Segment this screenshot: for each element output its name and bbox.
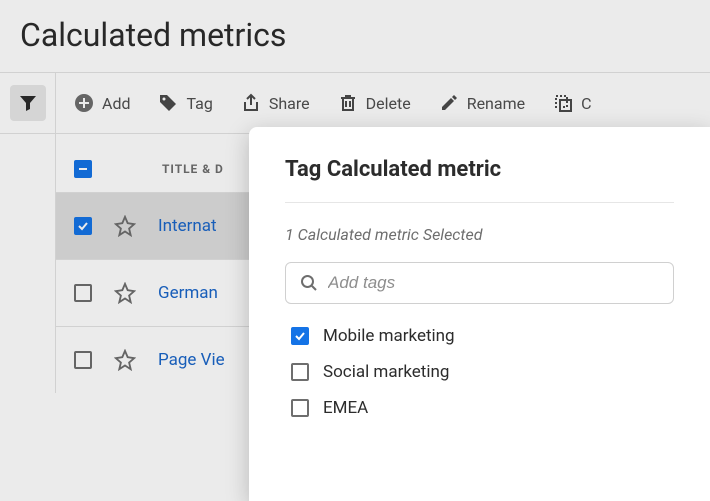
row-checkbox[interactable] (74, 351, 92, 369)
row-title-link[interactable]: Page Vie (158, 350, 225, 370)
tag-search[interactable] (285, 262, 674, 304)
copy-label: C (581, 94, 591, 113)
dialog-title: Tag Calculated metric (285, 157, 674, 182)
row-title-link[interactable]: German (158, 283, 218, 303)
tag-checkbox[interactable] (291, 327, 309, 345)
row-checkbox[interactable] (74, 217, 92, 235)
tag-list: Mobile marketing Social marketing EMEA (285, 326, 674, 418)
funnel-icon (19, 94, 37, 112)
tag-button[interactable]: Tag (158, 93, 212, 113)
dialog-subtitle: 1 Calculated metric Selected (285, 225, 674, 244)
check-icon (77, 220, 89, 232)
indeterminate-icon (78, 164, 88, 174)
column-title[interactable]: Title & D (162, 162, 224, 176)
delete-button[interactable]: Delete (338, 93, 411, 113)
share-button[interactable]: Share (241, 93, 310, 113)
tag-label: EMEA (323, 398, 368, 418)
star-icon[interactable] (114, 349, 136, 371)
star-icon[interactable] (114, 282, 136, 304)
copy-icon (553, 93, 573, 113)
filter-button[interactable] (10, 85, 46, 121)
share-label: Share (269, 94, 310, 113)
page-title: Calculated metrics (0, 0, 710, 72)
pencil-icon (439, 93, 459, 113)
tag-checkbox[interactable] (291, 363, 309, 381)
star-icon[interactable] (114, 215, 136, 237)
row-title-link[interactable]: Internat (158, 216, 217, 236)
delete-label: Delete (366, 94, 411, 113)
copy-button[interactable]: C (553, 93, 591, 113)
tag-label: Tag (186, 94, 212, 113)
search-icon (300, 274, 318, 292)
tag-option[interactable]: Mobile marketing (291, 326, 674, 346)
tag-label: Mobile marketing (323, 326, 455, 346)
tag-dialog: Tag Calculated metric 1 Calculated metri… (249, 127, 710, 501)
dialog-divider (285, 202, 674, 203)
rename-button[interactable]: Rename (439, 93, 525, 113)
toolbar: Add Tag Share Delete Rename C (0, 72, 710, 134)
rename-label: Rename (467, 94, 525, 113)
plus-circle-icon (74, 93, 94, 113)
tag-search-input[interactable] (328, 273, 659, 293)
check-icon (294, 330, 306, 342)
filter-cell (0, 73, 56, 133)
trash-icon (338, 93, 358, 113)
toolbar-actions: Add Tag Share Delete Rename C (56, 73, 710, 133)
tag-label: Social marketing (323, 362, 449, 382)
share-icon (241, 93, 261, 113)
tag-checkbox[interactable] (291, 399, 309, 417)
add-label: Add (102, 94, 130, 113)
tag-icon (158, 93, 178, 113)
row-checkbox[interactable] (74, 284, 92, 302)
add-button[interactable]: Add (74, 93, 130, 113)
select-all-checkbox[interactable] (74, 160, 92, 178)
tag-option[interactable]: EMEA (291, 398, 674, 418)
tag-option[interactable]: Social marketing (291, 362, 674, 382)
